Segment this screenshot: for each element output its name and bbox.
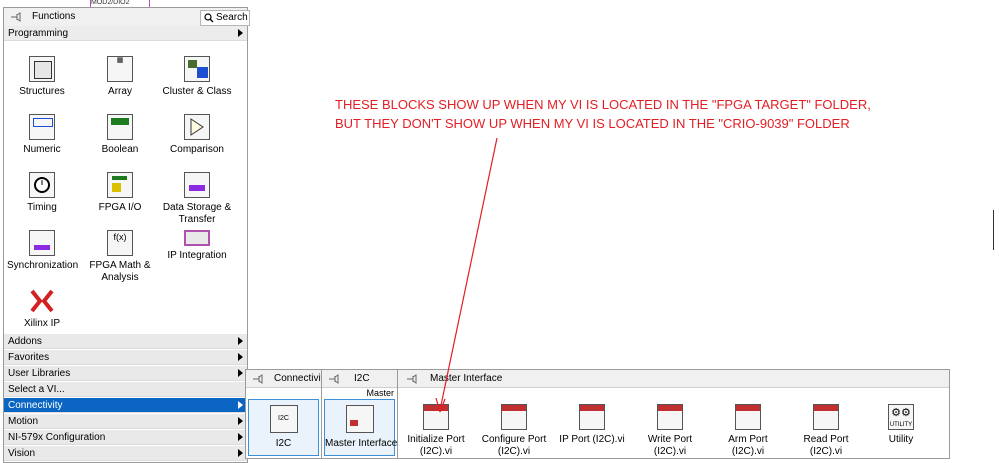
annotation-arrow — [435, 137, 498, 413]
